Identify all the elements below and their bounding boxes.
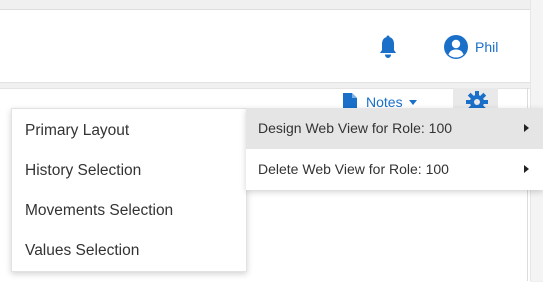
- settings-button[interactable]: [453, 88, 498, 110]
- submenu-item-delete-web-view[interactable]: Delete Web View for Role: 100: [246, 149, 543, 190]
- top-header: Phil: [0, 9, 530, 83]
- menu-item-history-selection[interactable]: History Selection: [12, 151, 246, 191]
- submenu-item-design-web-view[interactable]: Design Web View for Role: 100: [246, 108, 543, 149]
- menu-item-movements-selection[interactable]: Movements Selection: [12, 191, 246, 231]
- menu-item-primary-layout[interactable]: Primary Layout: [12, 111, 246, 151]
- submenu: Design Web View for Role: 100 Delete Web…: [246, 108, 543, 190]
- menu-item-values-selection[interactable]: Values Selection: [12, 231, 246, 271]
- notes-label: Notes: [366, 94, 403, 108]
- bell-icon[interactable]: [378, 35, 398, 59]
- document-icon: [343, 93, 357, 108]
- submenu-item-label: Design Web View for Role: 100: [258, 120, 453, 136]
- submenu-item-label: Delete Web View for Role: 100: [258, 161, 449, 177]
- user-avatar-icon[interactable]: [444, 35, 468, 59]
- chevron-down-icon: [408, 100, 417, 105]
- notes-dropdown-button[interactable]: Notes: [342, 92, 417, 108]
- user-name-link[interactable]: Phil: [475, 37, 498, 57]
- chevron-right-icon: [524, 165, 529, 173]
- chevron-right-icon: [524, 124, 529, 132]
- dropdown-menu: Primary Layout History Selection Movemen…: [11, 108, 247, 272]
